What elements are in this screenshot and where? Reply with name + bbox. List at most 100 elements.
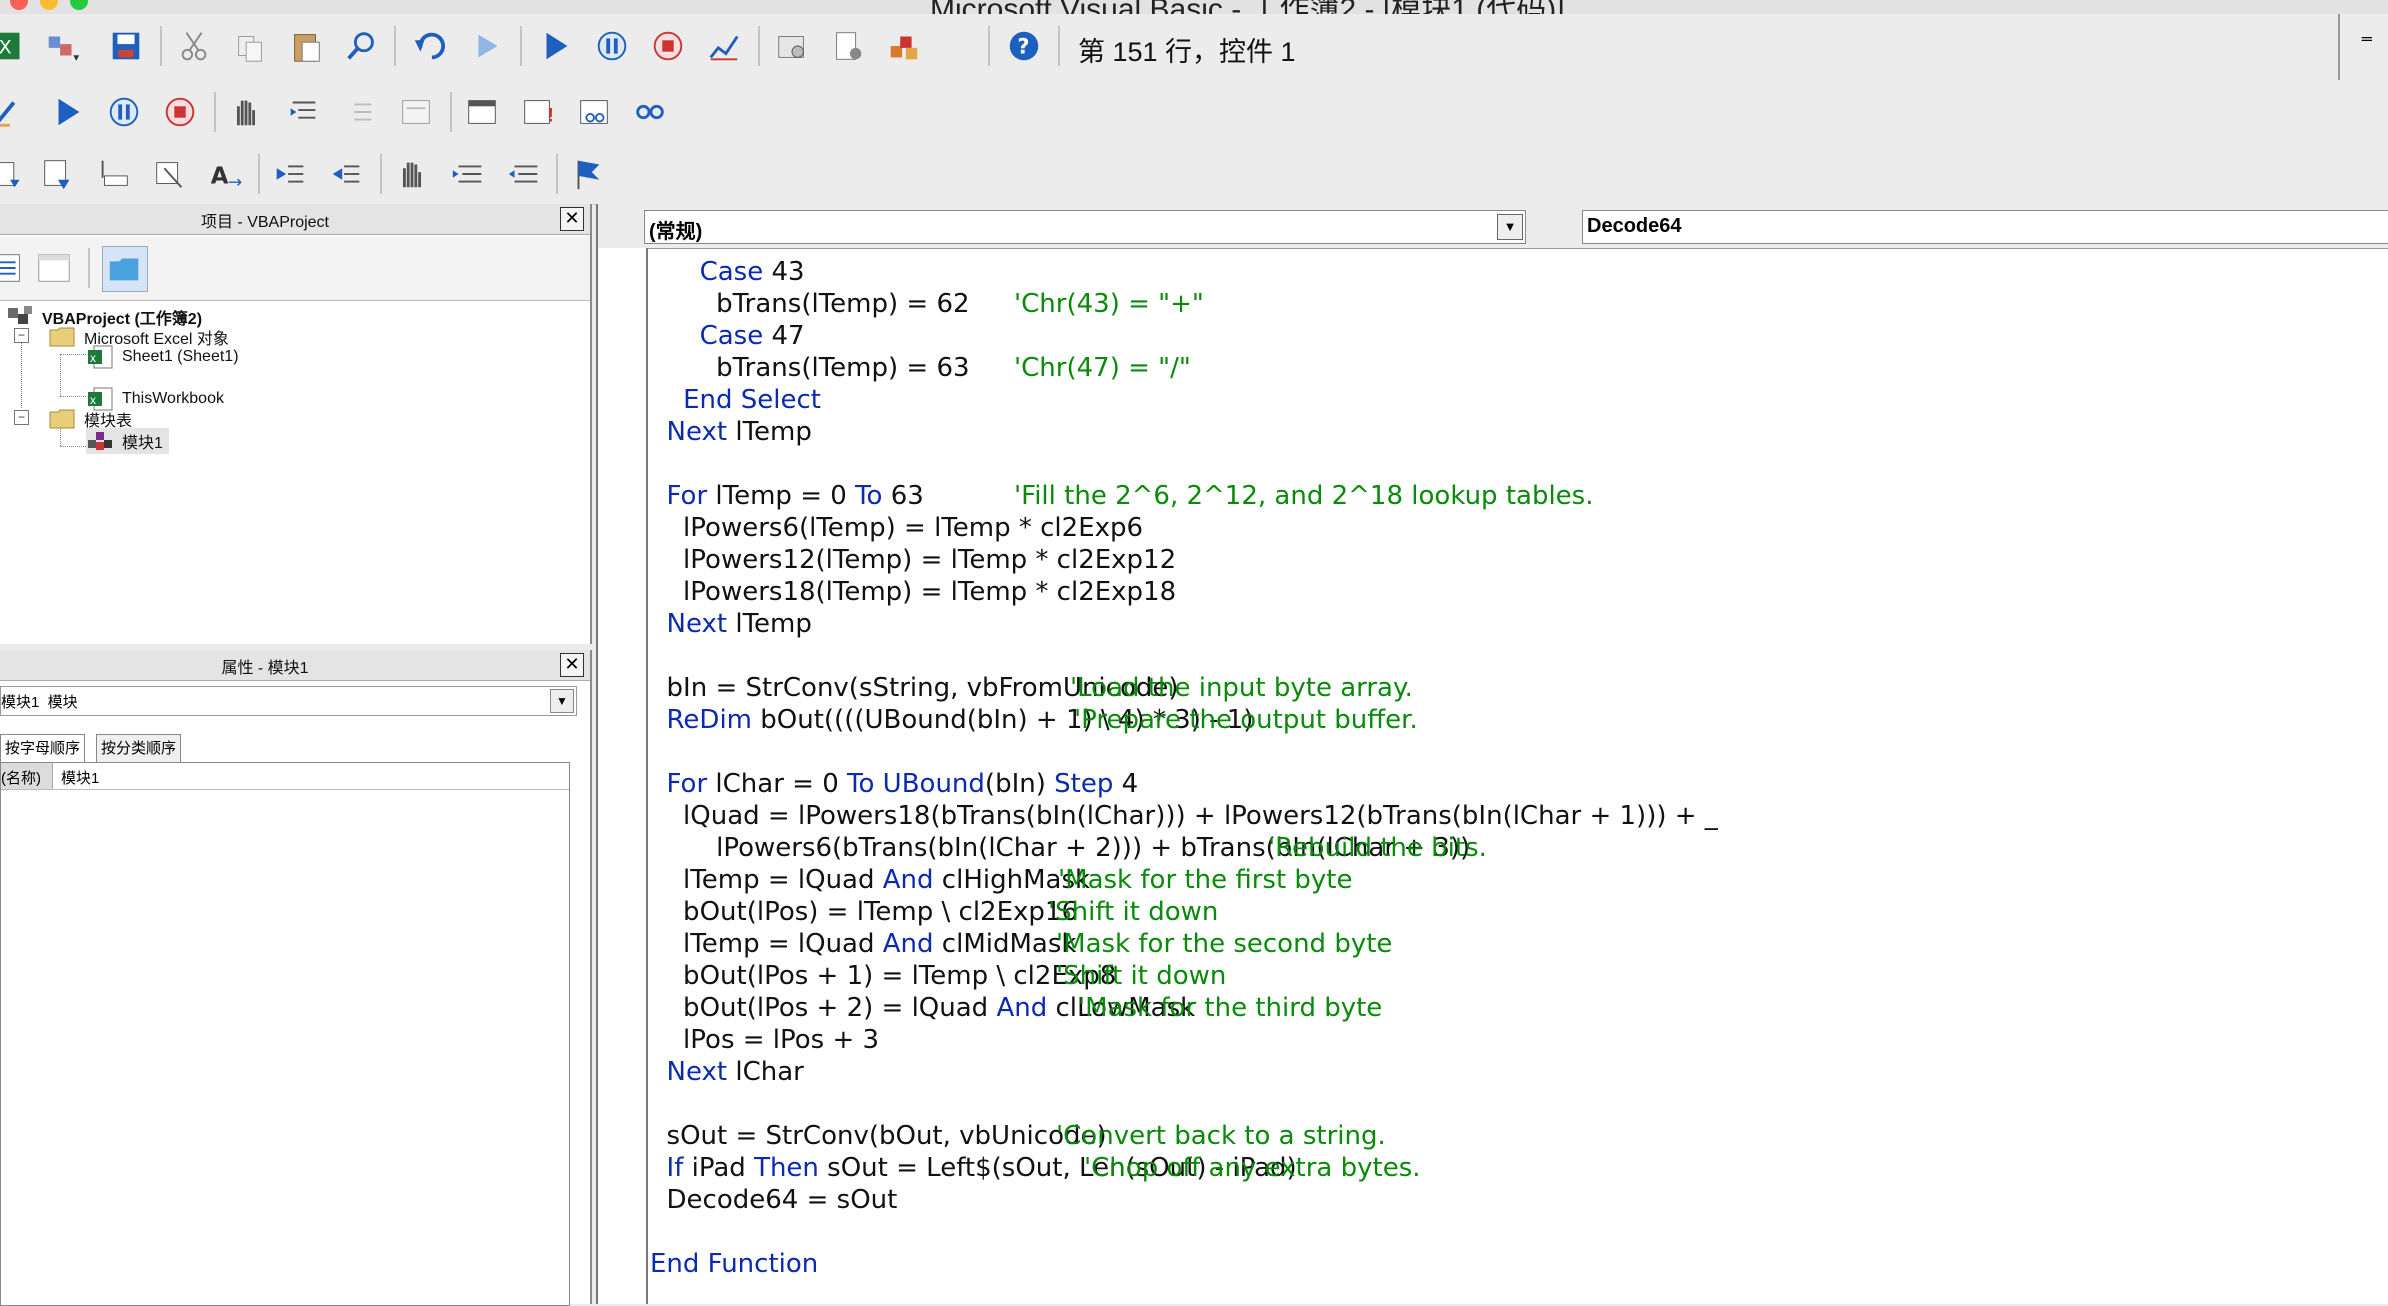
outdent-button[interactable]: [324, 152, 368, 196]
project-panel-close-button[interactable]: ✕: [560, 207, 584, 231]
paste-button[interactable]: [284, 24, 328, 68]
property-row-name[interactable]: (名称) 模块1: [1, 763, 569, 790]
expander-excel-objects[interactable]: −: [14, 328, 29, 343]
reset-button[interactable]: [646, 24, 690, 68]
view-code-button[interactable]: [0, 246, 30, 290]
code-text: lTemp: [727, 609, 812, 639]
toggle-breakpoint-button[interactable]: [224, 90, 268, 134]
folder-icon: [109, 258, 139, 281]
redo-button[interactable]: [464, 24, 508, 68]
uncomment-block-button[interactable]: [502, 152, 546, 196]
parameter-info-button[interactable]: [148, 152, 192, 196]
code-line[interactable]: Next lChar: [650, 1056, 804, 1088]
code-line[interactable]: lPowers6(lTemp) = lTemp * cl2Exp6: [650, 512, 1143, 544]
zoom-window-icon[interactable]: [70, 0, 88, 10]
quick-watch-button[interactable]: [628, 90, 672, 134]
code-line[interactable]: bOut(lPos + 1) = lTemp \ cl2Exp8: [650, 960, 1116, 992]
chevron-down-icon[interactable]: ▼: [550, 689, 574, 713]
copy-button[interactable]: [228, 24, 272, 68]
watch-window-icon: [580, 100, 608, 124]
code-line[interactable]: lTemp = lQuad And clMidMask: [650, 928, 1076, 960]
procedure-select[interactable]: Decode64: [1582, 210, 2388, 244]
edit-toggle-breakpoint-button[interactable]: [390, 152, 434, 196]
play-icon: [546, 32, 568, 60]
code-line[interactable]: Decode64 = sOut: [650, 1184, 898, 1216]
indent-button[interactable]: [268, 152, 312, 196]
debug-run-button[interactable]: [46, 90, 90, 134]
design-mode-small-button[interactable]: [0, 90, 32, 134]
step-over-button[interactable]: [338, 90, 382, 134]
tree-sheet1[interactable]: x Sheet1 (Sheet1): [86, 344, 239, 370]
project-explorer-button[interactable]: [770, 24, 814, 68]
code-line[interactable]: For lTemp = 0 To 63: [650, 480, 924, 512]
view-excel-button[interactable]: X: [0, 24, 32, 68]
undo-button[interactable]: [408, 24, 452, 68]
code-line[interactable]: End Function: [650, 1248, 818, 1280]
insert-object-button[interactable]: ▾: [40, 24, 84, 68]
code-line[interactable]: bOut(lPos) = lTemp \ cl2Exp16: [650, 896, 1078, 928]
code-line[interactable]: Case 43: [650, 256, 805, 288]
svg-text:x: x: [90, 351, 96, 365]
toggle-folders-button[interactable]: [102, 246, 148, 292]
code-line[interactable]: bTrans(lTemp) = 62: [650, 288, 969, 320]
list-properties-button[interactable]: [0, 152, 32, 196]
code-line[interactable]: Case 47: [650, 320, 805, 352]
code-keyword: End Select: [683, 385, 821, 415]
code-comment: 'Rebuild the bits.: [1268, 833, 1487, 863]
step-out-button[interactable]: [394, 90, 438, 134]
pause-icon: [109, 97, 139, 127]
debug-break-button[interactable]: [102, 90, 146, 134]
immediate-window-button[interactable]: !: [516, 90, 560, 134]
property-value[interactable]: 模块1: [61, 767, 99, 788]
comment-block-button[interactable]: [446, 152, 490, 196]
list-constants-button[interactable]: [36, 152, 80, 196]
undo-icon: [414, 32, 445, 60]
svg-text:▾: ▾: [73, 52, 79, 64]
properties-object-select[interactable]: 模块1 模块 ▼: [0, 686, 577, 716]
object-select[interactable]: (常规) ▼: [644, 210, 1526, 244]
toolbar-overflow[interactable]: ⁼: [2338, 14, 2388, 80]
code-line[interactable]: bTrans(lTemp) = 63: [650, 352, 969, 384]
properties-panel-close-button[interactable]: ✕: [560, 653, 584, 677]
code-line[interactable]: End Select: [650, 384, 821, 416]
watch-window-button[interactable]: [572, 90, 616, 134]
properties-window-button[interactable]: [826, 24, 870, 68]
expander-modules[interactable]: −: [14, 410, 29, 425]
code-line[interactable]: Next lTemp: [650, 416, 812, 448]
toggle-bookmark-button[interactable]: [566, 152, 610, 196]
complete-word-button[interactable]: A →: [204, 152, 248, 196]
code-line[interactable]: sOut = StrConv(bOut, vbUnicode): [650, 1120, 1107, 1152]
properties-icon: [836, 32, 862, 60]
run-button[interactable]: [534, 24, 578, 68]
help-button[interactable]: ?: [1002, 24, 1046, 68]
tab-categorized[interactable]: 按分类顺序: [96, 734, 182, 765]
code-line[interactable]: lPowers12(lTemp) = lTemp * cl2Exp12: [650, 544, 1176, 576]
design-mode-button[interactable]: [702, 24, 746, 68]
tree-module1[interactable]: 模块1: [86, 428, 169, 454]
code-line[interactable]: lPos = lPos + 3: [650, 1024, 879, 1056]
view-object-button[interactable]: [32, 246, 76, 290]
debug-reset-button[interactable]: [158, 90, 202, 134]
chevron-down-icon[interactable]: ▼: [1497, 214, 1523, 240]
tab-alphabetic[interactable]: 按字母顺序: [0, 734, 86, 765]
step-into-icon: [290, 101, 316, 119]
code-text: 4: [1113, 769, 1139, 799]
code-line[interactable]: lQuad = lPowers18(bTrans(bIn(lChar))) + …: [650, 800, 1718, 832]
code-line[interactable]: Next lTemp: [650, 608, 812, 640]
code-line[interactable]: lTemp = lQuad And clHighMask: [650, 864, 1090, 896]
break-button[interactable]: [590, 24, 634, 68]
code-editor[interactable]: Case 43 bTrans(lTemp) = 62 Case 47 bTran…: [650, 256, 2388, 1304]
code-margin-indicator-bar[interactable]: [598, 248, 648, 1304]
save-button[interactable]: [104, 24, 148, 68]
locals-window-button[interactable]: [460, 90, 504, 134]
close-window-icon[interactable]: [10, 0, 28, 10]
cut-button[interactable]: [172, 24, 216, 68]
find-button[interactable]: [340, 24, 384, 68]
project-panel-title: 项目 - VBAProject: [200, 214, 330, 231]
code-line[interactable]: For lChar = 0 To UBound(bIn) Step 4: [650, 768, 1139, 800]
minimize-window-icon[interactable]: [40, 0, 58, 10]
quick-info-button[interactable]: [92, 152, 136, 196]
code-line[interactable]: lPowers18(lTemp) = lTemp * cl2Exp18: [650, 576, 1176, 608]
step-into-button[interactable]: [282, 90, 326, 134]
object-browser-button[interactable]: [882, 24, 926, 68]
